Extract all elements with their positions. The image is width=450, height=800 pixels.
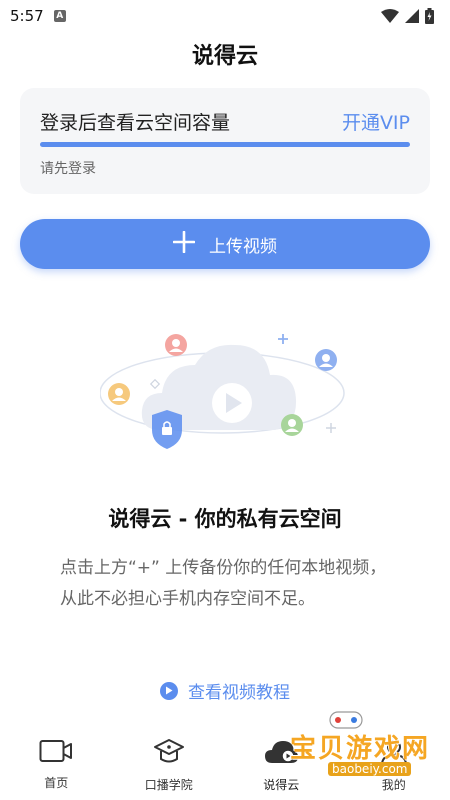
video-tutorial-link[interactable]: 查看视频教程	[0, 678, 450, 703]
storage-progress-fill	[40, 142, 410, 147]
bottom-tab-bar: 首页 口播学院 说得云 我的	[0, 728, 450, 800]
open-vip-link[interactable]: 开通VIP	[342, 108, 410, 135]
play-circle-icon	[160, 681, 178, 700]
storage-progress-bar	[40, 142, 410, 147]
tab-academy[interactable]: 口播学院	[113, 728, 226, 800]
status-right	[381, 8, 434, 24]
plus-icon	[172, 229, 196, 259]
hero-description: 点击上方“+” 上传备份你的任何本地视频，从此不必担心手机内存空间不足。	[60, 558, 387, 609]
battery-icon	[425, 8, 434, 24]
tab-home[interactable]: 首页	[0, 728, 113, 800]
tutorial-link-label: 查看视频教程	[188, 683, 290, 703]
graduation-cap-icon	[153, 739, 184, 763]
hero-title: 说得云 - 你的私有云空间	[108, 507, 342, 531]
tab-label: 说得云	[263, 778, 300, 792]
tab-cloud[interactable]: 说得云	[225, 728, 338, 800]
status-bar: 5:57 A	[0, 0, 450, 32]
storage-title: 登录后查看云空间容量	[40, 112, 231, 134]
wifi-icon	[381, 9, 399, 23]
storage-card: 登录后查看云空间容量 开通VIP 请先登录	[20, 88, 430, 194]
notification-a-icon: A	[53, 10, 66, 22]
tab-label: 我的	[381, 778, 406, 792]
tab-label: 首页	[44, 776, 69, 790]
upload-video-button[interactable]: 上传视频	[20, 219, 430, 269]
cloud-storage-illustration	[100, 334, 345, 449]
cloud-icon	[265, 741, 299, 763]
video-camera-icon	[39, 740, 73, 762]
tab-mine[interactable]: 我的	[338, 728, 450, 800]
upload-button-label: 上传视频	[209, 236, 277, 257]
status-left: 5:57 A	[10, 7, 66, 25]
cellular-signal-icon	[405, 9, 419, 23]
login-hint[interactable]: 请先登录	[40, 158, 96, 178]
page-title: 说得云	[191, 44, 258, 69]
user-icon	[380, 740, 407, 766]
tab-label: 口播学院	[144, 778, 193, 792]
status-time: 5:57	[10, 7, 44, 25]
